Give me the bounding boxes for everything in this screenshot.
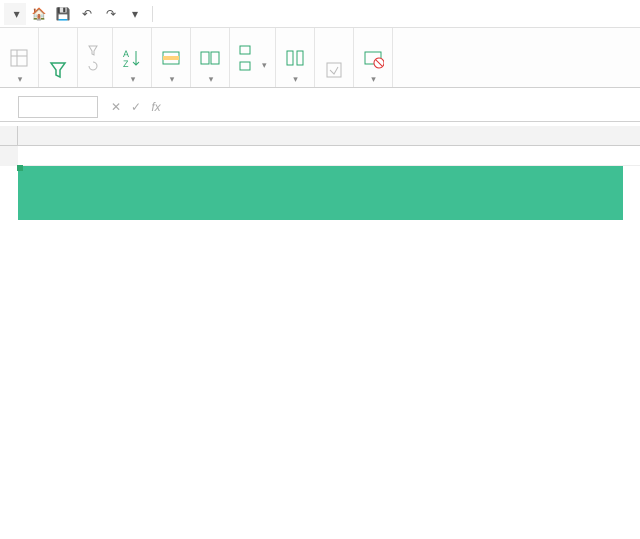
- name-box[interactable]: [18, 96, 98, 118]
- save-icon[interactable]: 💾: [52, 3, 74, 25]
- show-all-button[interactable]: [86, 43, 104, 57]
- menubar: ▾ 🏠 💾 ↶ ↷ ▾: [0, 0, 640, 28]
- reapply-button[interactable]: [86, 59, 104, 73]
- data-compare-button[interactable]: [191, 28, 230, 87]
- reject-duplicates-button[interactable]: [238, 59, 267, 73]
- svg-text:Z: Z: [123, 59, 129, 69]
- svg-text:A: A: [123, 49, 129, 59]
- ribbon: AZ: [0, 28, 640, 88]
- smart-fill-button[interactable]: [315, 28, 354, 87]
- title-banner: [18, 166, 623, 220]
- column-headers[interactable]: [0, 126, 640, 146]
- validation-button[interactable]: [354, 28, 393, 87]
- formula-bar: ✕ ✓ fx: [0, 92, 640, 122]
- fx-icon[interactable]: fx: [146, 100, 166, 114]
- formula-input[interactable]: [166, 96, 640, 118]
- cells-area[interactable]: [18, 146, 640, 166]
- accept-formula-icon[interactable]: ✓: [126, 100, 146, 114]
- sheet-area: [0, 126, 640, 166]
- row-headers[interactable]: [0, 146, 18, 166]
- cancel-formula-icon[interactable]: ✕: [106, 100, 126, 114]
- qat-dropdown-icon[interactable]: ▾: [124, 3, 146, 25]
- home-icon[interactable]: 🏠: [28, 3, 50, 25]
- pivot-table-button[interactable]: [0, 28, 39, 87]
- autofilter-button[interactable]: [39, 28, 78, 87]
- highlight-duplicates-button[interactable]: [152, 28, 191, 87]
- redo-icon[interactable]: ↷: [100, 3, 122, 25]
- sort-button[interactable]: AZ: [113, 28, 152, 87]
- file-menu[interactable]: ▾: [4, 3, 26, 25]
- undo-icon[interactable]: ↶: [76, 3, 98, 25]
- delete-duplicates-button[interactable]: [238, 43, 267, 57]
- split-column-button[interactable]: [276, 28, 315, 87]
